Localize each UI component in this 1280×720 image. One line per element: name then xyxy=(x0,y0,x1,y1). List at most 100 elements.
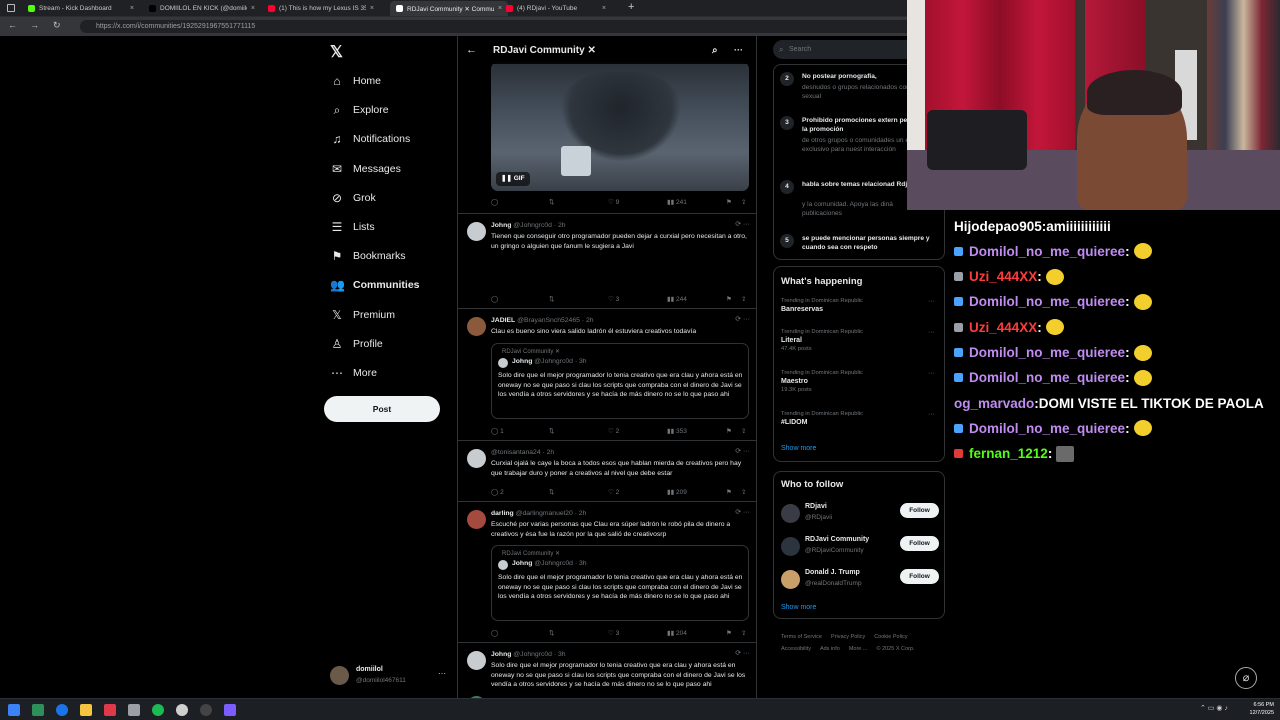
avatar[interactable] xyxy=(467,510,486,529)
share-icon[interactable]: ⇪ xyxy=(741,629,746,637)
bookmark-icon[interactable]: ⚑ xyxy=(726,488,732,496)
more-dots-icon[interactable]: ··· xyxy=(928,298,935,305)
nav-item-grok[interactable]: ⊘ Grok xyxy=(330,187,376,209)
bookmark-icon[interactable]: ⚑ xyxy=(726,295,732,303)
nav-item-messages[interactable]: ✉ Messages xyxy=(330,158,401,180)
browser-tab[interactable]: DOMIILOL EN KICK (@domiilol_c × xyxy=(143,1,261,16)
account-name[interactable]: RDjavi xyxy=(805,503,827,510)
avatar[interactable] xyxy=(467,651,486,670)
chrome-icon[interactable] xyxy=(56,704,68,716)
footer-link[interactable]: © 2025 X Corp. xyxy=(876,643,914,655)
nav-item-home[interactable]: ⌂ Home xyxy=(330,70,381,92)
more-dots-icon[interactable]: ⟳ ··· xyxy=(735,220,750,228)
back-arrow-icon[interactable]: ← xyxy=(8,20,17,30)
like-icon[interactable]: ♡ 3 xyxy=(608,629,619,637)
footer-link[interactable]: Ads info xyxy=(820,643,840,655)
nav-item-bookmarks[interactable]: ⚑ Bookmarks xyxy=(330,245,406,267)
author-handle[interactable]: @BrayanSnch52465 xyxy=(517,317,580,324)
quoted-tweet[interactable]: RDJavi Community ✕ Johng @Johngrc0d · 3h S… xyxy=(491,343,749,419)
chat-username[interactable]: Domilol_no_me_quieree xyxy=(969,345,1125,360)
chat-username[interactable]: Domilol_no_me_quieree xyxy=(969,370,1125,385)
chat-username[interactable]: Uzi_444XX xyxy=(969,269,1037,284)
like-icon[interactable]: ♡ 3 xyxy=(608,295,619,303)
follow-button[interactable]: Follow xyxy=(900,503,939,518)
show-more-link[interactable]: Show more xyxy=(781,445,816,452)
new-tab-icon[interactable]: + xyxy=(628,1,634,13)
nav-item-premium[interactable]: 𝕏 Premium xyxy=(330,304,395,326)
author-handle[interactable]: @tonisantana24 xyxy=(491,449,541,456)
footer-link[interactable]: Privacy Policy xyxy=(831,631,865,643)
repost-icon[interactable]: ⇅ xyxy=(549,488,554,496)
more-dots-icon[interactable]: ⟳ ··· xyxy=(735,315,750,323)
reply-icon[interactable]: ◯ 1 xyxy=(491,427,504,435)
avatar[interactable] xyxy=(781,570,800,589)
chat-username[interactable]: Domilol_no_me_quieree xyxy=(969,294,1125,309)
browser-tab[interactable]: (1) This is how my Lexus IS 350 lo × xyxy=(262,1,380,16)
reply-icon[interactable]: ◯ xyxy=(491,629,498,637)
nav-item-lists[interactable]: ☰ Lists xyxy=(330,216,375,238)
account-name[interactable]: RDJavi Community xyxy=(805,536,869,543)
more-dots-icon[interactable]: ··· xyxy=(928,329,935,336)
footer-link[interactable]: Accessibility xyxy=(781,643,811,655)
spotify-icon[interactable] xyxy=(152,704,164,716)
follow-suggestion[interactable]: RDjavi @RDjavii Follow xyxy=(781,502,941,528)
avatar[interactable] xyxy=(467,222,486,241)
share-icon[interactable]: ⇪ xyxy=(741,295,746,303)
like-icon[interactable]: ♡ 2 xyxy=(608,427,619,435)
chat-username[interactable]: Hijodepao905 xyxy=(954,219,1042,234)
chat-popout-icon[interactable]: ⌀ xyxy=(1235,667,1257,689)
tweet[interactable]: JADIEL @BrayanSnch52465 · 2h ⟳ ··· Clau es… xyxy=(458,309,756,441)
chat-username[interactable]: fernan_1212 xyxy=(969,446,1048,461)
more-dots-icon[interactable]: ··· xyxy=(928,411,935,418)
search-icon[interactable]: ⌕ xyxy=(712,45,718,56)
tab-close-icon[interactable]: × xyxy=(370,5,374,12)
more-dots-icon[interactable]: ⟳ ··· xyxy=(735,508,750,516)
author-name[interactable]: JADIEL xyxy=(491,317,515,324)
chat-username[interactable]: Uzi_444XX xyxy=(969,320,1037,335)
trend-item[interactable]: Trending in Dominican Republic Literal 47.… xyxy=(781,329,941,352)
start-icon[interactable] xyxy=(8,704,20,716)
forward-arrow-icon[interactable]: → xyxy=(30,20,39,30)
account-name[interactable]: Donald J. Trump xyxy=(805,569,860,576)
back-arrow-icon[interactable]: ← xyxy=(466,44,477,56)
tab-close-icon[interactable]: × xyxy=(251,5,255,12)
trend-item[interactable]: Trending in Dominican Republic Maestro 19.… xyxy=(781,370,941,393)
share-icon[interactable]: ⇪ xyxy=(741,198,746,206)
nav-item-communities[interactable]: 👥 Communities xyxy=(330,274,420,296)
like-icon[interactable]: ♡ 2 xyxy=(608,488,619,496)
tab-close-icon[interactable]: × xyxy=(602,5,606,12)
avatar[interactable] xyxy=(781,504,800,523)
author-handle[interactable]: @Johngrc0d xyxy=(513,222,552,229)
chat-username[interactable]: og_marvado xyxy=(954,396,1034,411)
tweet[interactable]: @tonisantana24 · 2h ⟳ ··· Curxial ojalá le… xyxy=(458,441,756,502)
browser-tab[interactable]: RDJavi Community ✕ Communit × xyxy=(390,1,508,16)
repost-icon[interactable]: ⇅ xyxy=(549,629,554,637)
system-tray[interactable]: ⌃ ▭ ◉ ♪ xyxy=(1200,704,1228,712)
trend-item[interactable]: Trending in Dominican Republic Banreserva… xyxy=(781,298,941,313)
follow-button[interactable]: Follow xyxy=(900,536,939,551)
reply-icon[interactable]: ◯ 2 xyxy=(491,488,504,496)
repost-icon[interactable]: ⇅ xyxy=(549,427,554,435)
share-icon[interactable]: ⇪ xyxy=(741,427,746,435)
like-icon[interactable]: ♡ 9 xyxy=(608,198,619,206)
author-handle[interactable]: @darlingmanuel20 xyxy=(516,510,573,517)
url-field[interactable]: https://x.com/i/communities/192529196755… xyxy=(80,20,920,33)
bookmark-icon[interactable]: ⚑ xyxy=(726,629,732,637)
more-dots-icon[interactable]: ··· xyxy=(438,669,446,678)
footer-link[interactable]: More ... xyxy=(849,643,868,655)
trend-item[interactable]: Trending in Dominican Republic #LIDOM ··· xyxy=(781,411,941,426)
author-name[interactable]: Johng xyxy=(491,222,511,229)
chat-username[interactable]: Domilol_no_me_quieree xyxy=(969,244,1125,259)
views-icon[interactable]: ▮▮ 353 xyxy=(667,427,687,435)
more-dots-icon[interactable]: ··· xyxy=(928,370,935,377)
reload-icon[interactable]: ↻ xyxy=(53,20,61,31)
tab-close-icon[interactable]: × xyxy=(130,5,134,12)
reply-icon[interactable]: ◯ xyxy=(491,295,498,303)
avatar[interactable] xyxy=(781,537,800,556)
tweet[interactable]: Johng @Johngrc0d · 2h ⟳ ··· Tienen que con… xyxy=(458,214,756,309)
more-dots-icon[interactable]: ⟳ ··· xyxy=(735,447,750,455)
avatar[interactable] xyxy=(467,317,486,336)
nav-item-more[interactable]: ⋯ More xyxy=(330,362,377,384)
bookmark-icon[interactable]: ⚑ xyxy=(726,198,732,206)
tweet[interactable]: darling @darlingmanuel20 · 2h ⟳ ··· Escuch… xyxy=(458,502,756,643)
